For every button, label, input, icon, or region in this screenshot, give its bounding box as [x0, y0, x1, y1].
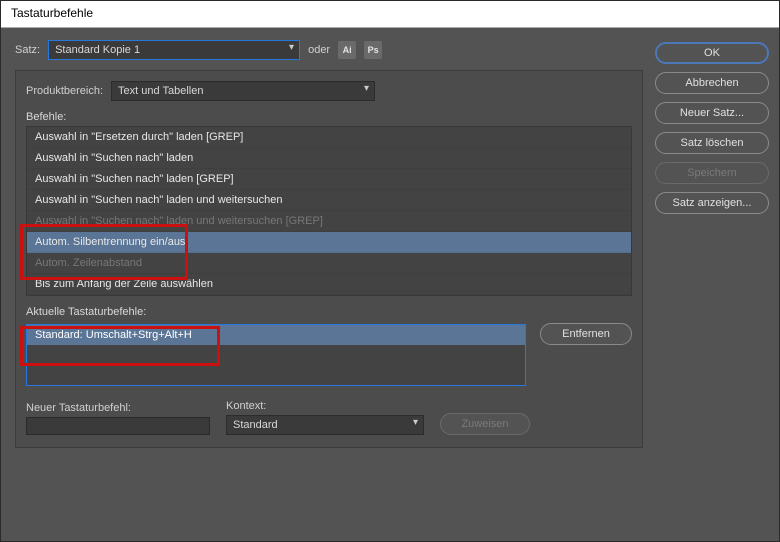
ai-icon[interactable]: Ai [338, 41, 356, 59]
keyboard-shortcuts-dialog: Tastaturbefehle Satz: Standard Kopie 1 o… [0, 0, 780, 542]
command-item[interactable]: Bis zum Anfang der Zeile auswählen [27, 274, 631, 295]
newshortcut-label: Neuer Tastaturbefehl: [26, 402, 210, 414]
remove-button[interactable]: Entfernen [540, 323, 632, 345]
set-select[interactable]: Standard Kopie 1 [48, 40, 300, 60]
command-item[interactable]: Auswahl in "Suchen nach" laden und weite… [27, 211, 631, 232]
commands-list[interactable]: Auswahl in "Ersetzen durch" laden [GREP]… [26, 126, 632, 296]
current-row: Standard: Umschalt+Strg+Alt+H Entfernen [26, 321, 632, 386]
command-item[interactable]: Auswahl in "Suchen nach" laden und weite… [27, 190, 631, 211]
command-item[interactable]: Auswahl in "Suchen nach" laden [GREP] [27, 169, 631, 190]
save-button: Speichern [655, 162, 769, 184]
commands-panel: Produktbereich: Text und Tabellen Befehl… [15, 70, 643, 448]
context-label: Kontext: [226, 400, 424, 412]
command-item[interactable]: Auswahl in "Suchen nach" laden [27, 148, 631, 169]
ps-icon[interactable]: Ps [364, 41, 382, 59]
context-select[interactable]: Standard [226, 415, 424, 435]
current-shortcuts-list[interactable]: Standard: Umschalt+Strg+Alt+H [26, 324, 526, 386]
dialog-content: Satz: Standard Kopie 1 oder Ai Ps Produk… [1, 28, 779, 541]
set-row: Satz: Standard Kopie 1 oder Ai Ps [15, 40, 643, 60]
newshortcut-input[interactable] [26, 417, 210, 435]
delete-set-button[interactable]: Satz löschen [655, 132, 769, 154]
command-item[interactable]: Auswahl in "Ersetzen durch" laden [GREP] [27, 127, 631, 148]
side-buttons: OK Abbrechen Neuer Satz... Satz löschen … [655, 40, 769, 531]
area-label: Produktbereich: [26, 85, 103, 97]
main-panel: Satz: Standard Kopie 1 oder Ai Ps Produk… [15, 40, 643, 531]
command-item[interactable]: Autom. Zeilenabstand [27, 253, 631, 274]
show-set-button[interactable]: Satz anzeigen... [655, 192, 769, 214]
current-label: Aktuelle Tastaturbefehle: [26, 306, 632, 318]
or-label: oder [308, 44, 330, 56]
area-row: Produktbereich: Text und Tabellen [26, 81, 632, 101]
area-select[interactable]: Text und Tabellen [111, 81, 375, 101]
set-label: Satz: [15, 44, 40, 56]
new-set-button[interactable]: Neuer Satz... [655, 102, 769, 124]
ok-button[interactable]: OK [655, 42, 769, 64]
cancel-button[interactable]: Abbrechen [655, 72, 769, 94]
commands-label: Befehle: [26, 111, 632, 123]
command-item[interactable]: Autom. Silbentrennung ein/aus [27, 232, 631, 253]
current-shortcut-item[interactable]: Standard: Umschalt+Strg+Alt+H [27, 325, 525, 345]
dialog-title: Tastaturbefehle [1, 1, 779, 28]
bottom-row: Neuer Tastaturbefehl: Kontext: Standard … [26, 400, 632, 435]
assign-button: Zuweisen [440, 413, 530, 435]
